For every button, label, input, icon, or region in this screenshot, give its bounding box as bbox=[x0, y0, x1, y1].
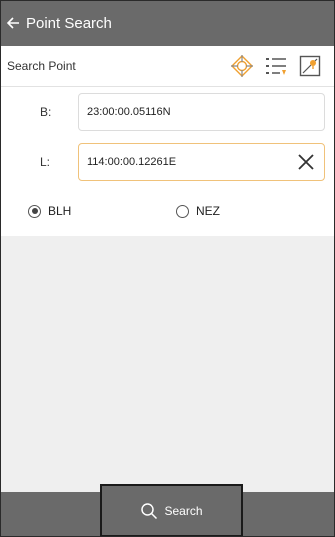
screen-frame bbox=[0, 0, 335, 537]
